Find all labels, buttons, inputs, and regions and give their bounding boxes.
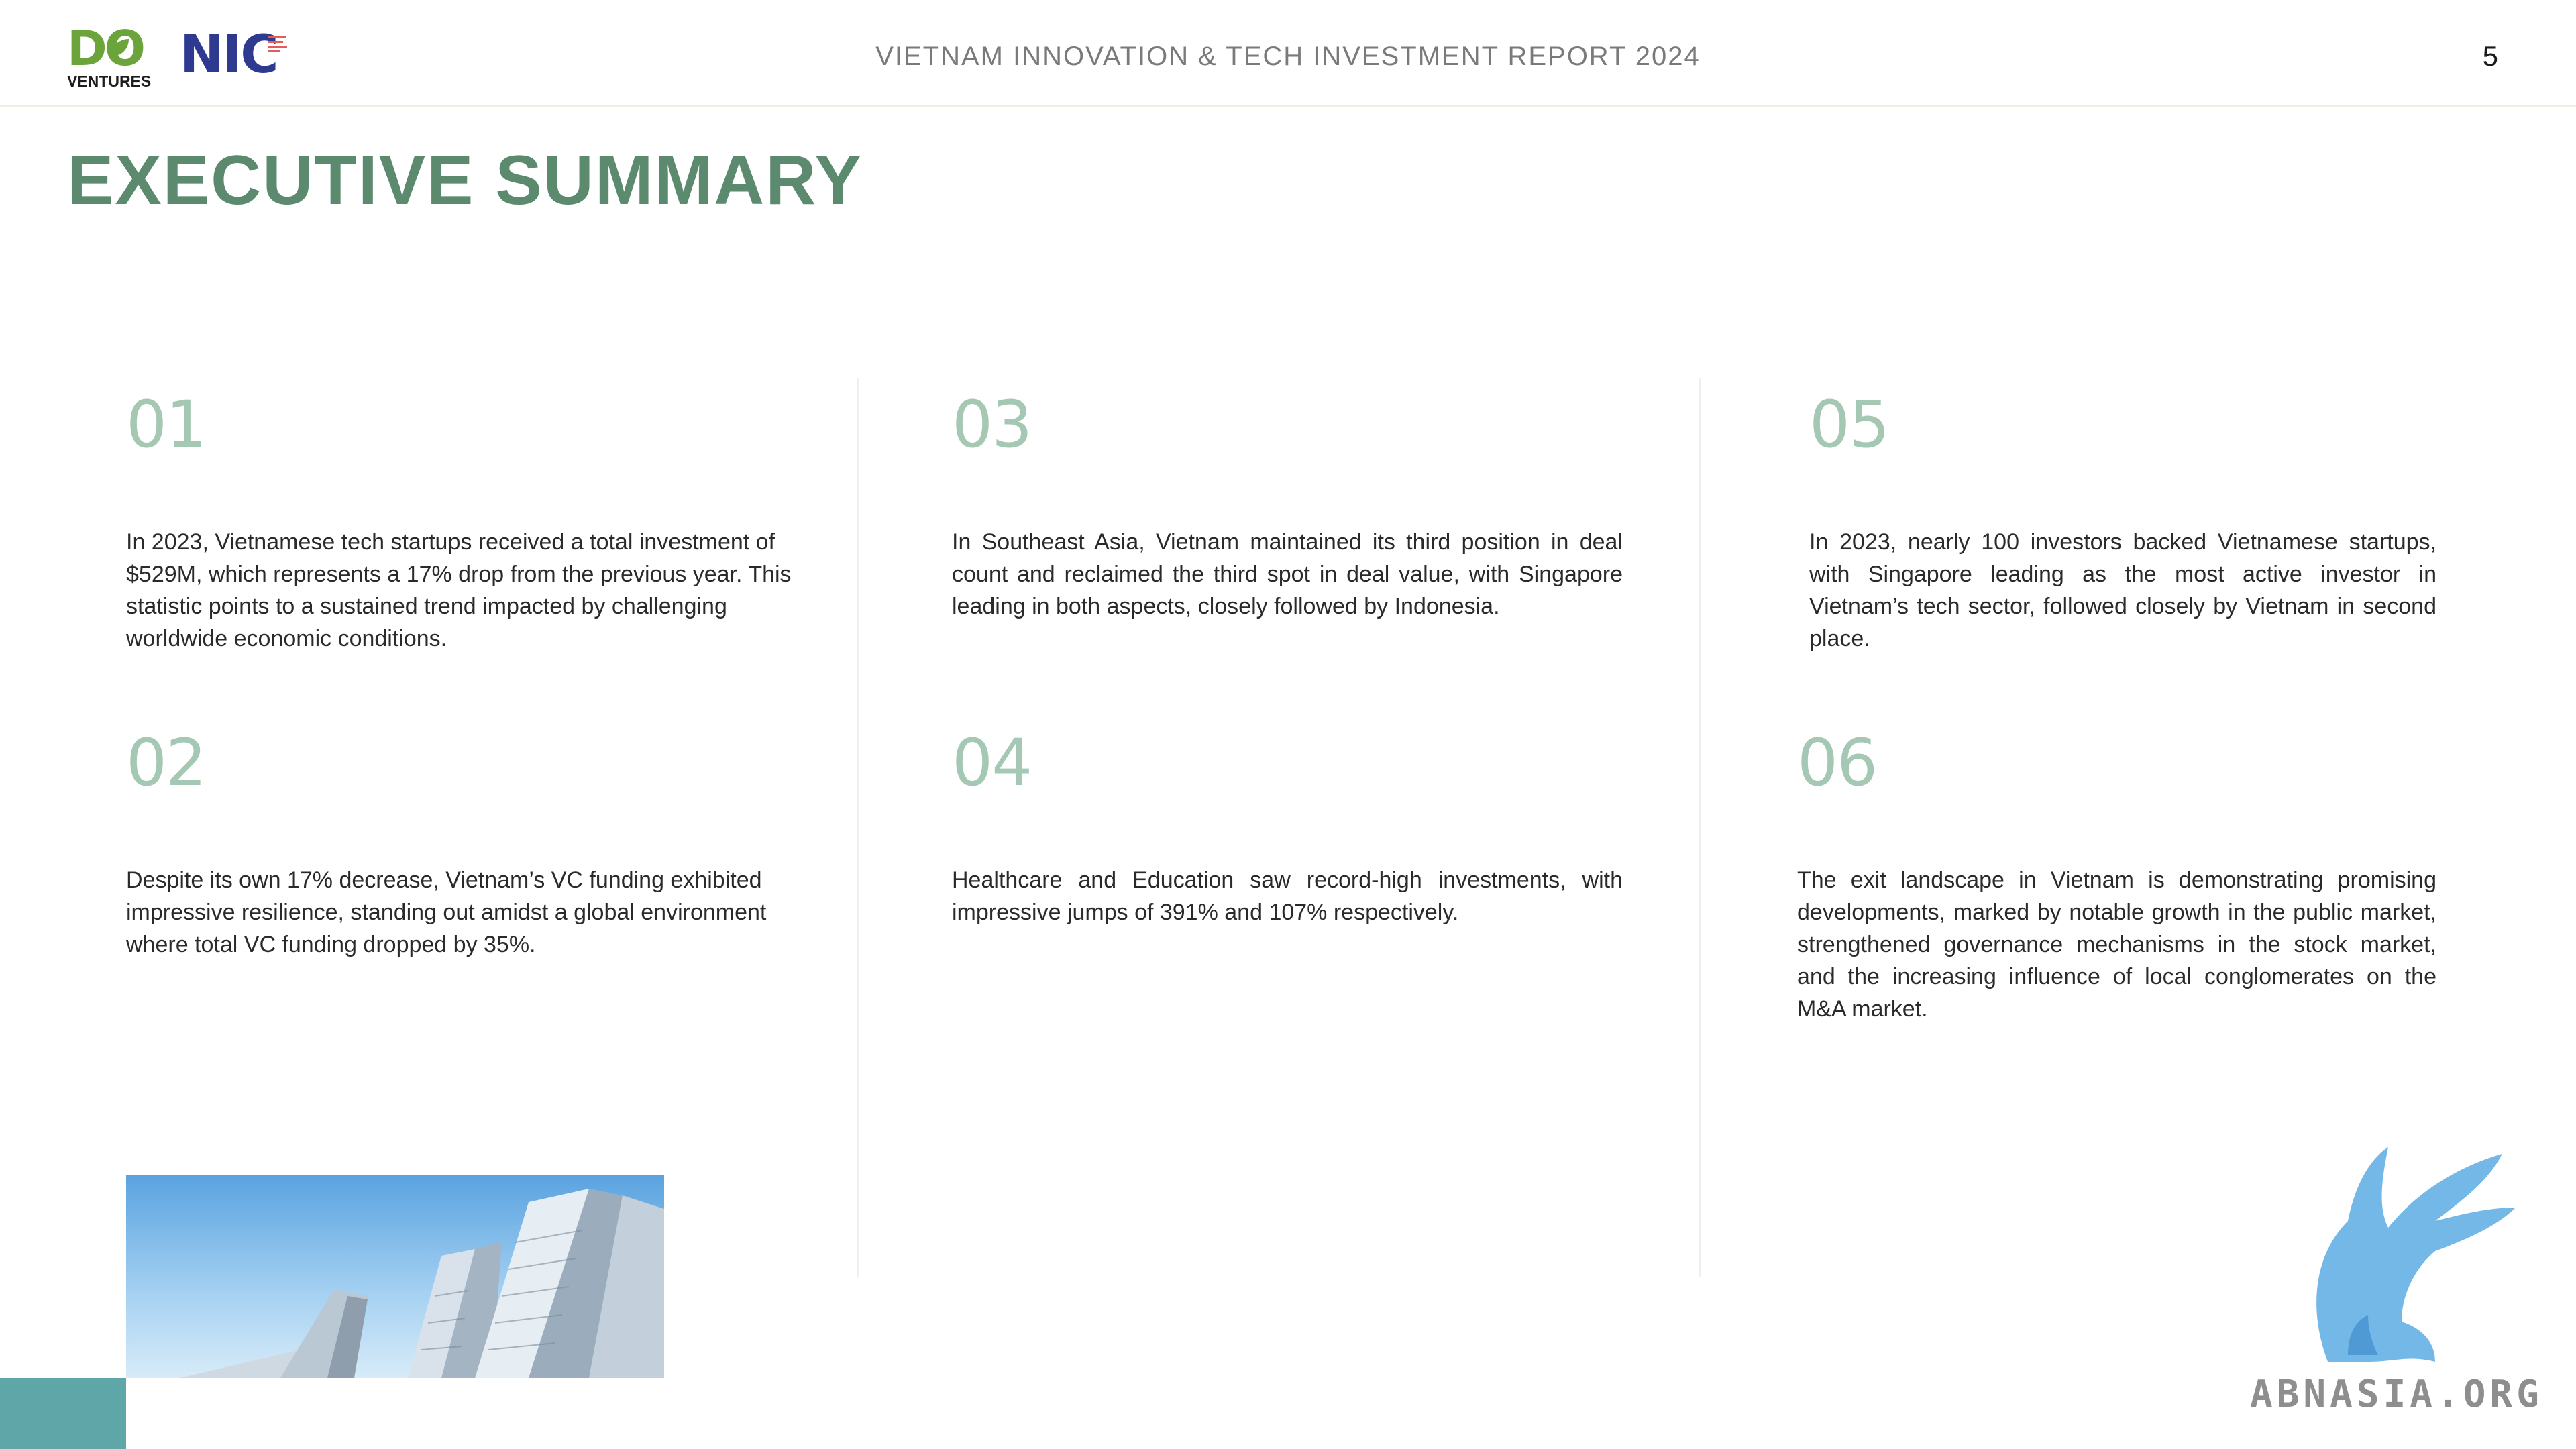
column-divider: [1699, 378, 1701, 1277]
item-text: The exit landscape in Vietnam is demonst…: [1797, 867, 2436, 1022]
item-number: 02: [126, 725, 207, 800]
corner-accent-block: [0, 1378, 126, 1449]
item-number: 03: [952, 387, 1032, 462]
building-photo: [126, 1175, 664, 1378]
summary-item-04: 04 Healthcare and Education saw record-h…: [952, 726, 1623, 928]
item-number: 05: [1809, 387, 1890, 462]
report-title: VIETNAM INNOVATION & TECH INVESTMENT REP…: [875, 42, 1701, 71]
summary-item-01: 01 In 2023, Vietnamese tech startups rec…: [126, 388, 797, 655]
watermark-text: ABNASIA.ORG: [2250, 1373, 2543, 1416]
summary-item-06: 06 The exit landscape in Vietnam is demo…: [1797, 726, 2436, 1025]
do-logo-subtext: VENTURES: [67, 72, 152, 90]
column-divider: [857, 378, 859, 1277]
item-number: 04: [952, 725, 1032, 800]
summary-item-03: 03 In Southeast Asia, Vietnam maintained…: [952, 388, 1623, 623]
page-header: DO VENTURES NIC VIETNAM INNOVATION & TEC…: [0, 0, 2576, 107]
item-text: Despite its own 17% decrease, Vietnam’s …: [126, 867, 767, 957]
skyscraper-illustration: [180, 1189, 664, 1378]
item-number: 06: [1797, 725, 1878, 800]
item-text: Healthcare and Education saw record-high…: [952, 867, 1623, 925]
item-number: 01: [126, 387, 207, 462]
summary-item-05: 05 In 2023, nearly 100 investors backed …: [1809, 388, 2436, 655]
summary-item-02: 02 Despite its own 17% decrease, Vietnam…: [126, 726, 797, 961]
item-text: In Southeast Asia, Vietnam maintained it…: [952, 529, 1623, 619]
item-text: In 2023, nearly 100 investors backed Vie…: [1809, 529, 2436, 651]
page-title: EXECUTIVE SUMMARY: [67, 142, 863, 219]
item-text: In 2023, Vietnamese tech startups receiv…: [126, 529, 792, 651]
page-number: 5: [2482, 40, 2498, 72]
